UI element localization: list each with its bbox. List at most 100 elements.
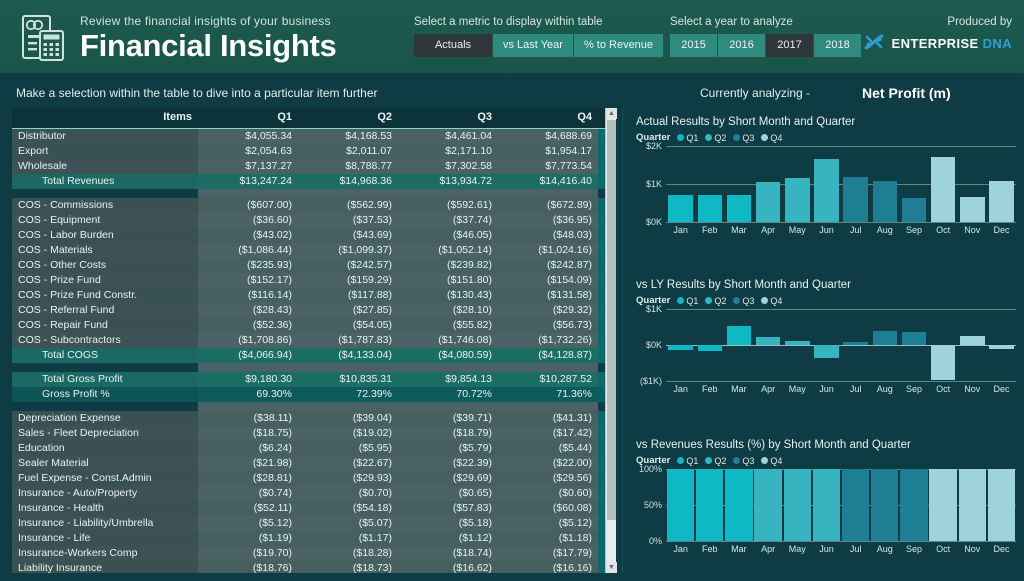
chart-bar[interactable] [987,469,1016,541]
chart-bar-cell[interactable] [695,146,724,222]
chart-bar[interactable] [841,469,870,541]
chart-bar[interactable] [872,180,898,222]
year-option-2017[interactable]: 2017 [766,34,813,57]
chart-bar-cell[interactable] [987,309,1016,381]
table-row[interactable]: COS - Labor Burden ($43.02) ($43.69) ($46.0… [12,227,612,243]
chart-bar-cell[interactable] [899,469,928,541]
table-row[interactable]: Insurance - Liability/Umbrella ($5.12) ($5… [12,515,612,531]
chart-bar[interactable] [755,182,781,222]
table-row[interactable]: Liability Insurance ($18.76) ($18.73) ($16.… [12,560,612,573]
metric-option-vs-last-year[interactable]: vs Last Year [493,34,573,57]
chart-bar-cell[interactable] [958,146,987,222]
table-row[interactable]: Sealer Material ($21.98) ($22.67) ($22.39)(… [12,455,612,471]
chart-bar[interactable] [785,341,810,345]
chart-bar[interactable] [989,345,1014,349]
legend-item-q1[interactable]: Q1 [677,133,698,143]
table-row[interactable]: Depreciation Expense ($38.11) ($39.04) ($39… [12,410,612,426]
chart-bar-cell[interactable] [754,146,783,222]
chart-bar[interactable] [666,469,695,541]
chart-plot-area[interactable]: $0K $1K $2K [646,141,1016,227]
chart-bar[interactable] [754,469,782,541]
table-row[interactable]: Education($6.24)($5.95)($5.79)($5.44)($2… [12,440,612,456]
legend-item-q4[interactable]: Q4 [761,133,782,143]
year-option-2018[interactable]: 2018 [814,34,861,57]
chart-bar[interactable] [901,198,927,222]
table-row[interactable]: Gross Profit %69.30%72.39%70.72%71.36%70… [12,386,612,402]
metric-option-pct-to-revenue[interactable]: % to Revenue [573,34,664,57]
chart-bar[interactable] [697,195,722,222]
chart-bar-cell[interactable] [929,146,958,222]
table-row[interactable]: COS - Subcontractors ($1,708.86) ($1,787.8… [12,332,612,348]
metric-option-actuals[interactable]: Actuals [414,34,492,57]
scroll-down-icon[interactable]: ▼ [606,562,617,573]
table-row[interactable]: Wholesale $7,137.27 $8,788.77 $7,302.58 $7,7… [12,158,612,174]
table-row[interactable]: Insurance - Life ($1.19) ($1.17) ($1.12) ($1… [12,530,612,546]
chart-bar-cell[interactable] [987,146,1016,222]
chart-bar[interactable] [783,469,811,541]
col-header-q2[interactable]: Q2 [298,108,398,129]
chart-bar[interactable] [814,159,839,222]
chart-bar-cell[interactable] [724,469,753,541]
table-row[interactable]: COS - Prize Fund Constr. ($116.14) ($117.8… [12,287,612,303]
table-row[interactable]: Distributor $4,055.34 $4,168.53 $4,461.04 $4… [12,128,612,144]
legend-item-q3[interactable]: Q3 [733,133,754,143]
table-row[interactable]: Sales - Fleet Depreciation ($18.75) ($19.0… [12,425,612,441]
table-scrollbar[interactable]: ▲ ▼ [605,108,617,573]
chart-plot-area[interactable]: 0% 50% 100% [639,464,1016,546]
chart-bar-cell[interactable] [841,146,870,222]
table-row[interactable]: Export $2,054.63 $2,011.07 $2,171.10 $1,954.… [12,143,612,159]
chart-bar-cell[interactable] [666,146,695,222]
legend-item-q4[interactable]: Q4 [761,296,782,306]
table-row[interactable]: COS - Referral Fund ($28.43) ($27.85) ($28.… [12,302,612,318]
table-row[interactable]: Insurance-Workers Comp ($19.70) ($18.28) ($… [12,545,612,561]
chart-bar-cell[interactable] [812,469,841,541]
chart-bar-cell[interactable] [666,469,695,541]
chart-bar[interactable] [726,194,752,222]
chart-bar[interactable] [755,336,781,345]
table-row[interactable]: COS - Prize Fund ($152.17) ($159.29) ($151.… [12,272,612,288]
chart-bar[interactable] [989,180,1014,222]
table-row[interactable]: Insurance - Health ($52.11) ($54.18) ($57.8… [12,500,612,516]
table-row[interactable]: COS - Repair Fund ($52.36) ($54.05) ($55.82… [12,317,612,333]
chart-bar-cell[interactable] [783,309,812,381]
chart-bar-cell[interactable] [695,309,724,381]
chart-bar[interactable] [900,469,928,541]
scroll-up-icon[interactable]: ▲ [606,108,617,119]
chart-bar[interactable] [697,345,722,351]
chart-bar-cell[interactable] [841,309,870,381]
chart-bar[interactable] [872,330,898,345]
chart-bar-cell[interactable] [724,309,753,381]
chart-actual-results[interactable]: Actual Results by Short Month and Quarte… [636,116,1016,235]
legend-item-q3[interactable]: Q3 [733,456,754,466]
chart-bar[interactable] [696,469,724,541]
chart-bar-cell[interactable] [666,309,695,381]
chart-bar[interactable] [960,197,985,222]
chart-vs-revenues-results[interactable]: vs Revenues Results (%) by Short Month a… [636,439,1016,554]
chart-bar-cell[interactable] [812,146,841,222]
table-row[interactable]: Total Revenues $13,247.24 $14,968.36 $13,93… [12,173,612,189]
table-row[interactable]: COS - Materials ($1,086.44) ($1,099.37) ($1… [12,242,612,258]
table-row[interactable]: Insurance - Auto/Property ($0.74) ($0.70)(… [12,485,612,501]
financial-table-container[interactable]: Items Q1 Q2 Q3 Q4 Annual Totals Distribu… [12,108,612,573]
table-row[interactable]: Total COGS ($4,066.94) ($4,133.04) ($4,080.… [12,347,612,363]
chart-bar-cell[interactable] [695,469,724,541]
legend-item-q1[interactable]: Q1 [677,296,698,306]
table-row[interactable]: Fuel Expense - Const.Admin ($28.81) ($29.9… [12,470,612,486]
chart-bar-cell[interactable] [958,469,987,541]
chart-bar[interactable] [929,469,957,541]
chart-bar[interactable] [843,342,868,345]
chart-bar-cell[interactable] [870,309,899,381]
chart-bar[interactable] [812,469,841,541]
chart-bar-cell[interactable] [812,309,841,381]
chart-bar[interactable] [785,178,810,222]
chart-bar[interactable] [726,325,752,345]
legend-item-q2[interactable]: Q2 [705,296,726,306]
chart-bar[interactable] [930,156,956,222]
chart-bar[interactable] [725,469,753,541]
chart-bar-cell[interactable] [841,469,870,541]
table-row[interactable]: COS - Equipment ($36.60) ($37.53) ($37.74)(… [12,212,612,228]
legend-item-q1[interactable]: Q1 [677,456,698,466]
chart-bar[interactable] [871,469,899,541]
chart-bar-cell[interactable] [899,309,928,381]
year-option-2016[interactable]: 2016 [718,34,765,57]
